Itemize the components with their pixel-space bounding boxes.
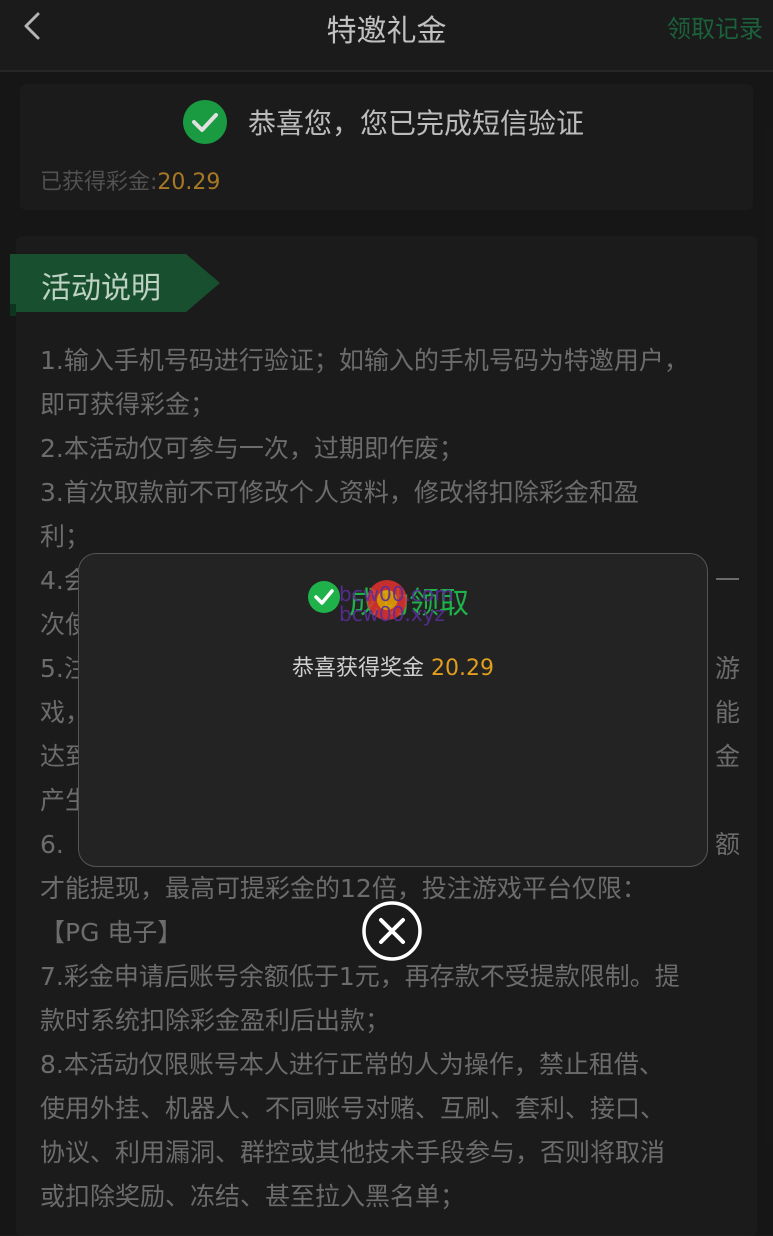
modal-amount: 20.29: [431, 656, 494, 681]
close-circle-icon[interactable]: [361, 900, 423, 962]
check-circle-icon: [308, 581, 340, 613]
watermark-line: bcw00.xyz: [339, 602, 446, 626]
modal-message-prefix: 恭喜获得奖金: [292, 656, 431, 681]
success-modal: 成功领取 bcw00.com bcw00.xyz 恭喜获得奖金 20.29: [78, 553, 708, 867]
watermark-line: bcw00.com: [339, 582, 454, 606]
watermark-text: bcw00.com bcw00.xyz: [339, 584, 454, 624]
modal-message: 恭喜获得奖金 20.29: [79, 650, 707, 682]
